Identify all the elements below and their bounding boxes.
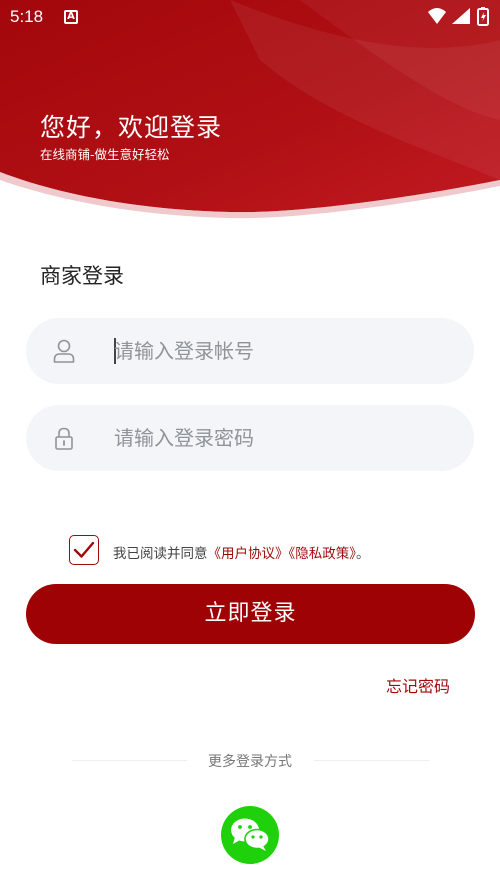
password-input[interactable] — [114, 417, 454, 459]
account-field[interactable] — [26, 318, 474, 384]
status-time: 5:18 — [10, 7, 44, 26]
page-title: 商家登录 — [40, 264, 124, 288]
wifi-icon — [428, 8, 446, 24]
lock-icon — [55, 427, 73, 450]
agreement-prefix: 我已阅读并同意 — [113, 546, 208, 562]
divider-right — [314, 760, 429, 761]
agreement-suffix: 。 — [356, 546, 370, 562]
checkmark-icon — [73, 541, 95, 558]
user-agreement-link[interactable]: 《用户协议》 — [208, 546, 289, 562]
battery-icon — [477, 7, 489, 26]
signal-icon — [452, 8, 470, 24]
agreement-checkbox[interactable] — [69, 535, 99, 565]
wechat-login-button[interactable] — [221, 806, 279, 864]
status-bar: 5:18 A — [0, 0, 500, 36]
privacy-policy-link[interactable]: 《隐私政策》 — [289, 546, 357, 562]
account-input[interactable] — [114, 330, 454, 372]
wechat-icon — [231, 818, 270, 851]
user-icon — [53, 339, 75, 363]
login-button[interactable]: 立即登录 — [26, 584, 475, 644]
status-icons — [428, 7, 489, 26]
password-field[interactable] — [26, 405, 474, 471]
more-login-label: 更多登录方式 — [208, 754, 292, 770]
greeting-title: 您好，欢迎登录 — [40, 113, 223, 142]
forgot-password-link[interactable]: 忘记密码 — [386, 673, 450, 697]
agreement-text: 我已阅读并同意《用户协议》《隐私政策》。 — [113, 542, 370, 562]
app-notification-icon: A — [64, 10, 78, 24]
greeting-subtitle: 在线商铺-做生意好轻松 — [40, 147, 170, 162]
